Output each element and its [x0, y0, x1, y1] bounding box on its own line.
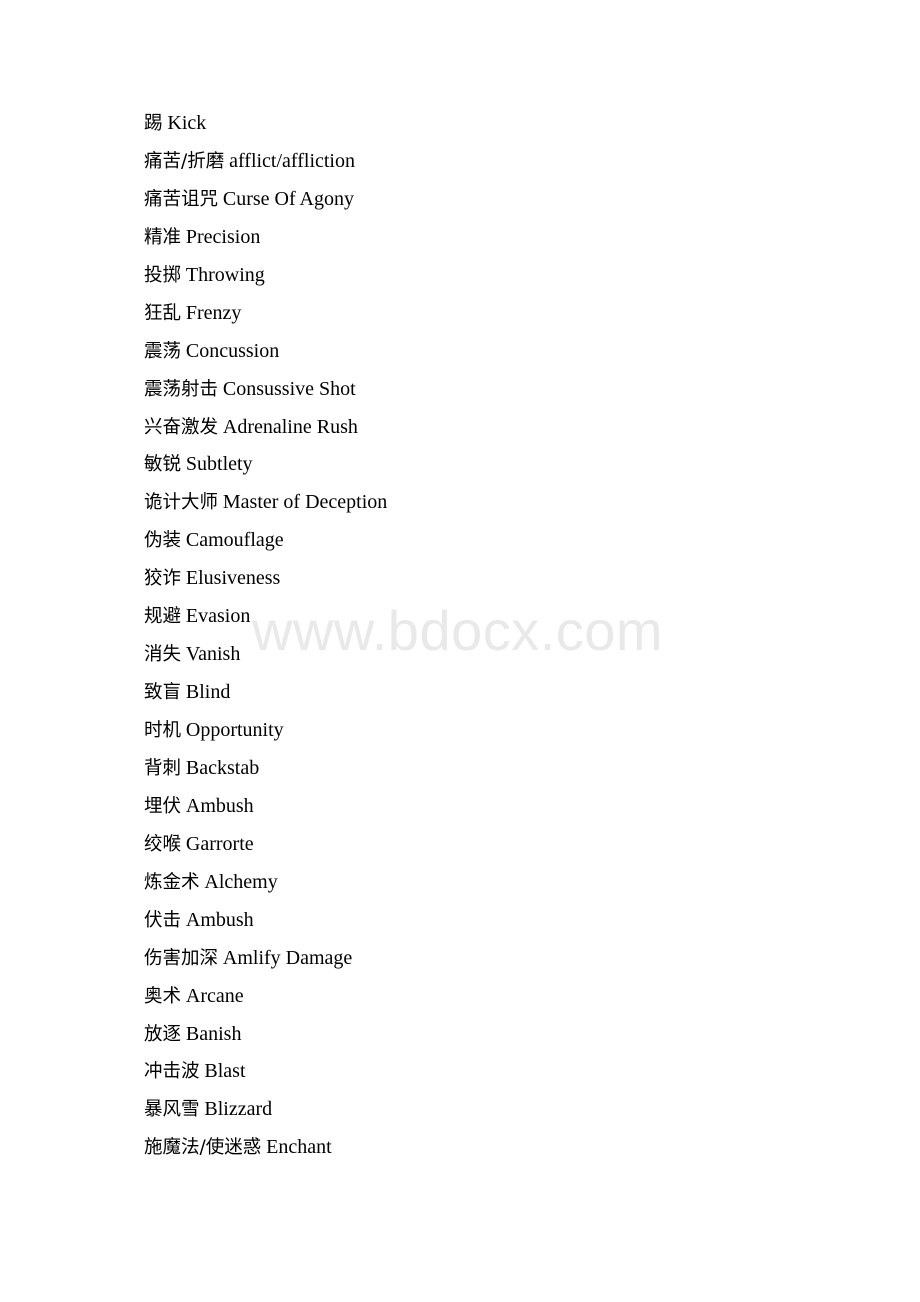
entry-term-chinese: 投掷 — [144, 264, 182, 286]
entry-term-chinese: 规避 — [144, 606, 182, 628]
glossary-entry: 震荡射击 Consussive Shot — [144, 371, 844, 409]
entry-term-chinese: 施魔法/使迷惑 — [144, 1137, 262, 1159]
entry-term-english: Alchemy — [204, 870, 278, 893]
entry-term-chinese: 狂乱 — [144, 302, 182, 324]
glossary-entry: 踢 Kick — [144, 105, 844, 143]
glossary-entry: 奥术 Arcane — [144, 978, 844, 1016]
entry-term-chinese: 踢 — [144, 113, 163, 134]
glossary-entry: 炼金术 Alchemy — [144, 864, 844, 902]
entry-term-english: Blizzard — [204, 1098, 273, 1121]
entry-term-chinese: 痛苦诅咒 — [144, 188, 219, 210]
entry-term-chinese: 伪装 — [144, 530, 182, 552]
glossary-entry: 背刺 Backstab — [144, 750, 844, 788]
entry-term-english: Subtlety — [185, 453, 253, 476]
entry-term-english: Master of Deception — [222, 491, 388, 514]
entry-term-english: Curse Of Agony — [222, 187, 354, 210]
entry-term-english: Amlify Damage — [222, 946, 353, 969]
glossary-entry: 致盲 Blind — [144, 674, 844, 712]
glossary-list: 踢 Kick 痛苦/折磨 afflict/affliction 痛苦诅咒 Curse… — [144, 105, 844, 1167]
entry-term-english: Backstab — [185, 756, 260, 779]
entry-term-chinese: 消失 — [144, 644, 182, 666]
entry-term-chinese: 炼金术 — [144, 871, 200, 893]
entry-term-english: Vanish — [185, 643, 241, 666]
entry-term-english: Adrenaline Rush — [222, 415, 358, 438]
entry-term-chinese: 敏锐 — [144, 454, 182, 476]
entry-term-chinese: 诡计大师 — [144, 492, 219, 514]
entry-term-english: Kick — [167, 112, 207, 134]
glossary-entry: 伏击 Ambush — [144, 902, 844, 940]
entry-term-english: Elusiveness — [185, 567, 281, 590]
entry-term-english: Blast — [204, 1060, 246, 1083]
glossary-entry: 消失 Vanish — [144, 636, 844, 674]
glossary-entry: 震荡 Concussion — [144, 333, 844, 371]
entry-term-english: Evasion — [185, 605, 251, 628]
entry-term-chinese: 时机 — [144, 720, 182, 741]
glossary-entry: 规避 Evasion — [144, 598, 844, 636]
glossary-entry: 敏锐 Subtlety — [144, 446, 844, 484]
entry-term-english: Consussive Shot — [222, 377, 356, 400]
entry-term-english: Opportunity — [185, 719, 284, 741]
entry-term-english: Banish — [185, 1022, 242, 1045]
glossary-entry: 伤害加深 Amlify Damage — [144, 940, 844, 978]
entry-term-chinese: 震荡射击 — [144, 378, 219, 400]
glossary-entry: 精准 Precision — [144, 219, 844, 257]
entry-term-chinese: 奥术 — [144, 985, 182, 1007]
entry-term-english: Throwing — [185, 263, 265, 286]
entry-term-english: Concussion — [185, 339, 280, 362]
glossary-entry: 暴风雪 Blizzard — [144, 1091, 844, 1129]
entry-term-english: afflict/affliction — [229, 149, 355, 172]
entry-term-chinese: 绞喉 — [144, 833, 182, 855]
entry-term-english: Precision — [185, 225, 261, 248]
glossary-entry: 痛苦诅咒 Curse Of Agony — [144, 181, 844, 219]
entry-term-chinese: 背刺 — [144, 757, 182, 779]
glossary-entry: 放逐 Banish — [144, 1016, 844, 1054]
entry-term-chinese: 暴风雪 — [144, 1099, 200, 1121]
entry-term-chinese: 兴奋激发 — [144, 416, 219, 438]
entry-term-english: Ambush — [185, 794, 254, 817]
entry-term-chinese: 痛苦/折磨 — [144, 150, 225, 172]
entry-term-chinese: 震荡 — [144, 340, 182, 362]
entry-term-chinese: 伏击 — [144, 909, 182, 931]
entry-term-chinese: 冲击波 — [144, 1061, 200, 1083]
entry-term-chinese: 精准 — [144, 226, 182, 248]
glossary-entry: 伪装 Camouflage — [144, 522, 844, 560]
entry-term-chinese: 伤害加深 — [144, 947, 219, 969]
glossary-entry: 绞喉 Garrorte — [144, 826, 844, 864]
entry-term-english: Blind — [185, 681, 231, 704]
document-page: www.bdocx.com 踢 Kick 痛苦/折磨 afflict/afflic… — [0, 0, 920, 1302]
entry-term-chinese: 狡诈 — [144, 568, 182, 590]
entry-term-english: Enchant — [266, 1136, 332, 1159]
entry-term-chinese: 致盲 — [144, 682, 182, 704]
entry-term-chinese: 放逐 — [144, 1023, 182, 1045]
entry-term-english: Frenzy — [185, 301, 242, 324]
glossary-entry: 诡计大师 Master of Deception — [144, 484, 844, 522]
glossary-entry: 投掷 Throwing — [144, 257, 844, 295]
entry-term-english: Arcane — [185, 984, 244, 1007]
entry-term-english: Camouflage — [185, 529, 284, 552]
glossary-entry: 狡诈 Elusiveness — [144, 560, 844, 598]
glossary-entry: 施魔法/使迷惑 Enchant — [144, 1129, 844, 1167]
glossary-entry: 兴奋激发 Adrenaline Rush — [144, 409, 844, 447]
glossary-entry: 狂乱 Frenzy — [144, 295, 844, 333]
entry-term-chinese: 埋伏 — [144, 795, 182, 817]
glossary-entry: 痛苦/折磨 afflict/affliction — [144, 143, 844, 181]
glossary-entry: 埋伏 Ambush — [144, 788, 844, 826]
entry-term-english: Ambush — [185, 908, 254, 931]
glossary-entry: 冲击波 Blast — [144, 1053, 844, 1091]
entry-term-english: Garrorte — [185, 832, 254, 855]
glossary-entry: 时机 Opportunity — [144, 712, 844, 750]
